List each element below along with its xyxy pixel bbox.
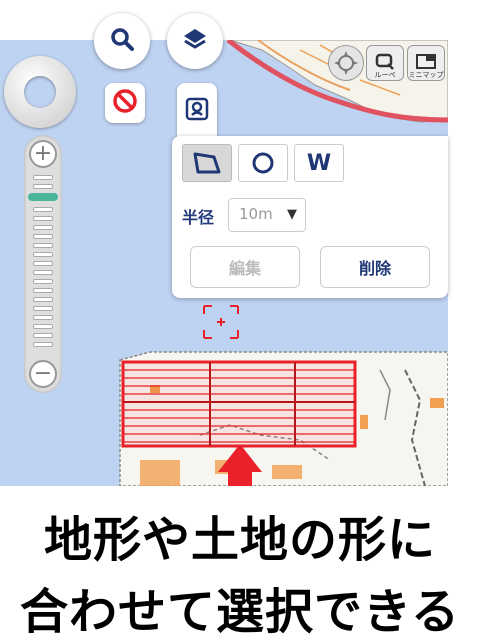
polygon-tool-button[interactable] bbox=[182, 144, 232, 182]
no-entry-button[interactable] bbox=[105, 83, 145, 123]
circle-tool-button[interactable] bbox=[238, 144, 288, 182]
delete-button[interactable]: 削除 bbox=[320, 246, 430, 288]
edit-label: 編集 bbox=[228, 259, 261, 278]
pan-control[interactable] bbox=[4, 56, 76, 128]
search-icon bbox=[109, 26, 135, 56]
chevron-down-icon: ▼ bbox=[287, 207, 297, 222]
location-pin-icon bbox=[184, 96, 210, 126]
polygon-icon bbox=[193, 152, 221, 174]
draw-panel: W 半径 10m ▼ 編集 削除 bbox=[172, 136, 448, 298]
delete-label: 削除 bbox=[358, 259, 391, 278]
caption-line-1: 地形や土地の形に bbox=[43, 512, 436, 568]
selection-polygon bbox=[121, 360, 357, 448]
compass-icon bbox=[334, 51, 358, 75]
layers-icon bbox=[182, 26, 208, 56]
zoom-handle[interactable] bbox=[28, 193, 58, 201]
edit-button[interactable]: 編集 bbox=[190, 246, 300, 288]
loupe-label: ルーペ bbox=[374, 71, 396, 79]
minimap-icon bbox=[416, 54, 436, 69]
layers-button[interactable] bbox=[167, 13, 223, 69]
loupe-button[interactable]: ルーペ bbox=[366, 45, 404, 81]
minimap-label: ミニマップ bbox=[408, 71, 444, 79]
radius-select[interactable]: 10m ▼ bbox=[228, 198, 306, 232]
minimap-button[interactable]: ミニマップ bbox=[407, 45, 445, 81]
loupe-icon bbox=[375, 53, 394, 70]
no-entry-icon bbox=[112, 88, 138, 118]
radius-label: 半径 bbox=[182, 208, 215, 227]
circle-icon bbox=[252, 152, 274, 174]
location-button[interactable] bbox=[177, 83, 217, 139]
search-button[interactable] bbox=[94, 13, 150, 69]
zoom-slider[interactable]: + − bbox=[24, 135, 62, 393]
zoom-in-button[interactable]: + bbox=[29, 140, 57, 168]
zoom-out-button[interactable]: − bbox=[29, 360, 57, 388]
radius-value: 10m bbox=[239, 205, 273, 223]
w-tool-label: W bbox=[306, 150, 332, 176]
caption-line-2: 合わせて選択できる bbox=[19, 584, 461, 640]
crosshair-icon bbox=[203, 305, 239, 339]
w-tool-button[interactable]: W bbox=[294, 144, 344, 182]
caption: 地形や土地の形に 合わせて選択できる bbox=[0, 486, 480, 644]
compass-control[interactable] bbox=[328, 45, 364, 81]
